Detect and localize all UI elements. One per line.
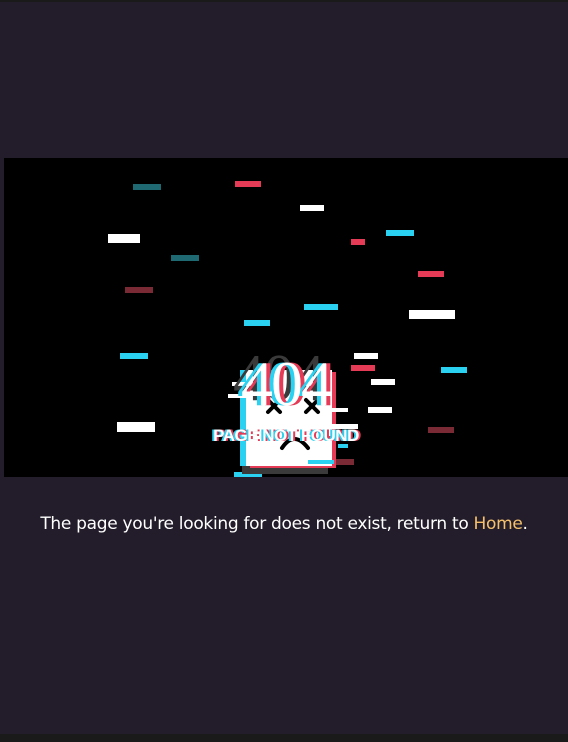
glitch-bar	[133, 184, 161, 190]
glitch-bar	[409, 310, 455, 319]
glitch-bar	[304, 304, 338, 310]
message-period: .	[522, 514, 528, 534]
glitch-bar	[244, 320, 270, 326]
glitch-bar	[108, 234, 140, 243]
error-subtitle: PAGE NOT FOUND	[213, 426, 359, 445]
error-message: The page you're looking for does not exi…	[0, 514, 568, 534]
top-border	[0, 0, 568, 2]
glitch-bar	[171, 255, 199, 261]
glitch-bar	[125, 287, 153, 293]
error-illustration: 404 404 404 404 PAGE NOT FOUND PAGE NOT …	[4, 158, 568, 477]
glitch-bar	[418, 271, 444, 277]
glitch-bar	[386, 230, 414, 236]
glitch-bar	[351, 239, 365, 245]
bottom-border	[0, 734, 568, 742]
glitch-bar	[235, 181, 261, 187]
error-code: 404	[241, 348, 333, 419]
error-message-text: The page you're looking for does not exi…	[40, 514, 474, 534]
glitch-bar	[300, 205, 324, 211]
home-link[interactable]: Home	[474, 514, 523, 534]
